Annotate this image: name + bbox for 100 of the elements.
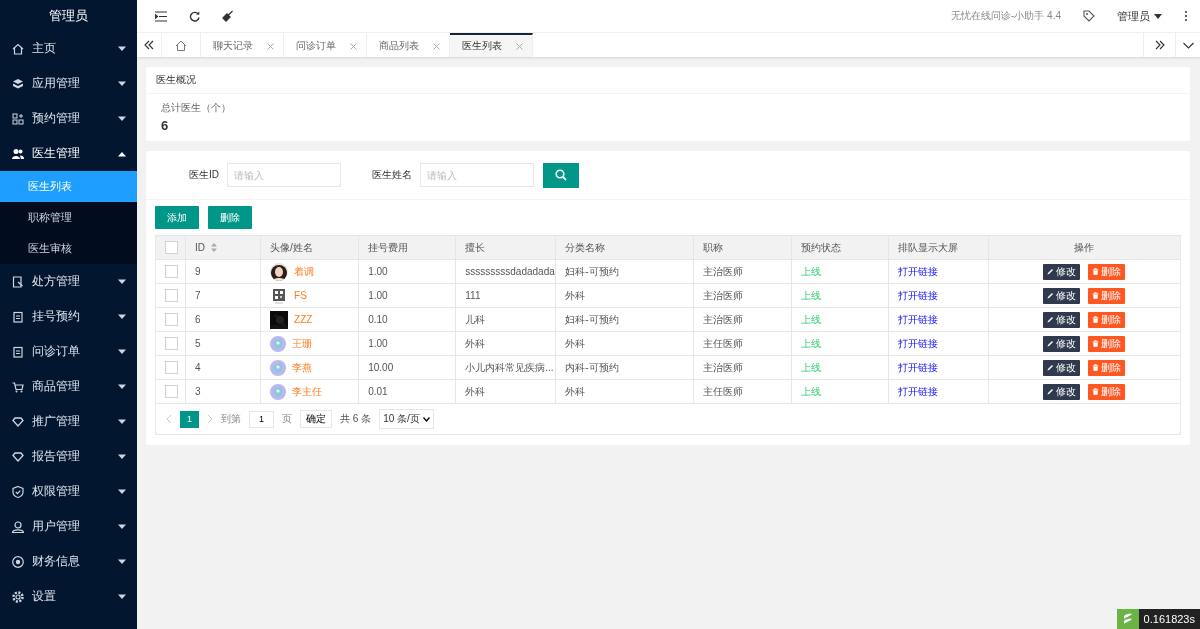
user-menu[interactable]: 管理员 xyxy=(1117,8,1162,24)
edit-button[interactable]: 修改 xyxy=(1043,383,1081,400)
table-cell: 4 xyxy=(195,362,201,373)
table-cell: 111 xyxy=(465,290,481,301)
trash-icon xyxy=(1092,388,1100,395)
checkbox[interactable] xyxy=(165,265,178,278)
goto-label: 到第 xyxy=(221,412,241,426)
avatar-icon xyxy=(270,359,287,376)
table-cell: 5 xyxy=(195,338,201,349)
close-icon[interactable] xyxy=(516,42,523,50)
sidebar-item[interactable]: 处方管理 xyxy=(0,264,137,299)
search-icon xyxy=(555,169,567,181)
settings-icon xyxy=(11,589,25,604)
sidebar-item[interactable]: 推广管理 xyxy=(0,404,137,439)
caret-down-icon xyxy=(117,488,127,495)
leaf-icon xyxy=(1121,612,1134,626)
open-link[interactable]: 打开链接 xyxy=(897,289,938,301)
confirm-button[interactable]: 确定 xyxy=(300,410,332,428)
sidebar-subitem[interactable]: 医生审核 xyxy=(0,233,137,264)
sidebar-subitem[interactable]: 职称管理 xyxy=(0,202,137,233)
close-icon[interactable] xyxy=(350,42,357,50)
add-button[interactable]: 添加 xyxy=(155,206,199,229)
caret-down-icon xyxy=(117,418,127,425)
field-label: 医生ID xyxy=(189,168,219,182)
table-cell: 妇科-可预约 xyxy=(565,265,619,277)
tab[interactable]: 问诊订单 xyxy=(284,33,367,57)
table-cell: 外科 xyxy=(565,337,586,349)
sidebar-item[interactable]: 权限管理 xyxy=(0,474,137,509)
chevrons-right-icon[interactable] xyxy=(1154,40,1165,50)
trash-icon xyxy=(1092,340,1100,347)
checkbox[interactable] xyxy=(165,385,178,398)
open-link[interactable]: 打开链接 xyxy=(897,313,938,325)
checkbox[interactable] xyxy=(165,361,178,374)
tag-icon[interactable] xyxy=(1083,10,1095,22)
more-icon[interactable] xyxy=(1184,10,1188,22)
sidebar-item[interactable]: 商品管理 xyxy=(0,369,137,404)
checkbox[interactable] xyxy=(165,289,178,302)
edit-button[interactable]: 修改 xyxy=(1043,335,1081,352)
checkbox[interactable] xyxy=(165,337,178,350)
edit-button[interactable]: 修改 xyxy=(1043,287,1081,304)
table-cell: 外科 xyxy=(465,385,486,397)
caret-down-icon xyxy=(117,278,127,285)
coin-icon xyxy=(11,554,25,569)
close-icon[interactable] xyxy=(433,42,440,50)
input-field[interactable]: 请输入 xyxy=(227,163,341,187)
open-link[interactable]: 打开链接 xyxy=(897,361,938,373)
table-cell: 1.00 xyxy=(368,290,388,301)
page-input[interactable]: 1 xyxy=(249,410,274,428)
tab[interactable]: 聊天记录 xyxy=(201,33,284,57)
sidebar-item[interactable]: 设置 xyxy=(0,579,137,614)
trash-icon xyxy=(1092,268,1100,275)
sidebar-item[interactable]: 财务信息 xyxy=(0,544,137,579)
cube-icon xyxy=(11,76,25,91)
stat-value: 6 xyxy=(161,118,169,133)
input-field[interactable]: 请输入 xyxy=(420,163,534,187)
sidebar-item[interactable]: 挂号预约 xyxy=(0,299,137,334)
cart-icon xyxy=(11,379,25,394)
table-cell: 主治医师 xyxy=(703,361,744,373)
sidebar-item[interactable]: 预约管理 xyxy=(0,101,137,136)
version-text: 无忧在线问诊-小助手 4.4 xyxy=(951,9,1061,23)
sidebar-item[interactable]: 用户管理 xyxy=(0,509,137,544)
close-icon[interactable] xyxy=(267,42,274,50)
chevron-down-icon[interactable] xyxy=(1182,41,1194,49)
sidebar-item[interactable]: 报告管理 xyxy=(0,439,137,474)
page-button[interactable]: 1 xyxy=(180,410,199,428)
table-cell: 10.00 xyxy=(368,362,394,373)
chevron-right-icon[interactable] xyxy=(207,414,213,424)
edit-button[interactable]: 修改 xyxy=(1043,359,1081,376)
column-header: ID xyxy=(195,242,205,253)
open-link[interactable]: 打开链接 xyxy=(897,265,938,277)
page-size-select[interactable]: 10 条/页 xyxy=(379,409,434,429)
pencil-icon xyxy=(1047,268,1055,275)
status-text: 上线 xyxy=(800,337,821,349)
search-button[interactable] xyxy=(543,162,579,188)
broom-icon[interactable] xyxy=(222,10,234,22)
shield-icon xyxy=(11,484,25,499)
tab[interactable]: 医生列表 xyxy=(450,33,533,57)
sort-icon[interactable] xyxy=(211,243,217,252)
menu-icon[interactable] xyxy=(155,10,167,22)
table-cell: 主任医师 xyxy=(703,337,744,349)
sidebar-item[interactable]: 医生管理 xyxy=(0,136,137,171)
checkbox[interactable] xyxy=(165,313,178,326)
caret-down-icon xyxy=(117,558,127,565)
sidebar-item[interactable]: 主页 xyxy=(0,31,137,66)
home-icon[interactable] xyxy=(175,39,187,51)
chevron-left-icon[interactable] xyxy=(166,414,172,424)
refresh-icon[interactable] xyxy=(189,10,200,22)
column-header: 排队显示大屏 xyxy=(897,241,958,253)
sidebar-item[interactable]: 应用管理 xyxy=(0,66,137,101)
chevrons-left-icon[interactable] xyxy=(144,40,154,50)
column-header: 职称 xyxy=(703,241,724,253)
document-icon xyxy=(11,274,25,289)
sidebar-item[interactable]: 问诊订单 xyxy=(0,334,137,369)
table-cell: 小儿内科常见疾病... xyxy=(465,361,554,373)
edit-button[interactable]: 修改 xyxy=(1043,311,1081,328)
edit-button[interactable]: 修改 xyxy=(1043,263,1081,280)
open-link[interactable]: 打开链接 xyxy=(897,385,938,397)
checkbox[interactable] xyxy=(165,241,178,254)
delete-button[interactable]: 删除 xyxy=(208,206,252,229)
open-link[interactable]: 打开链接 xyxy=(897,337,938,349)
